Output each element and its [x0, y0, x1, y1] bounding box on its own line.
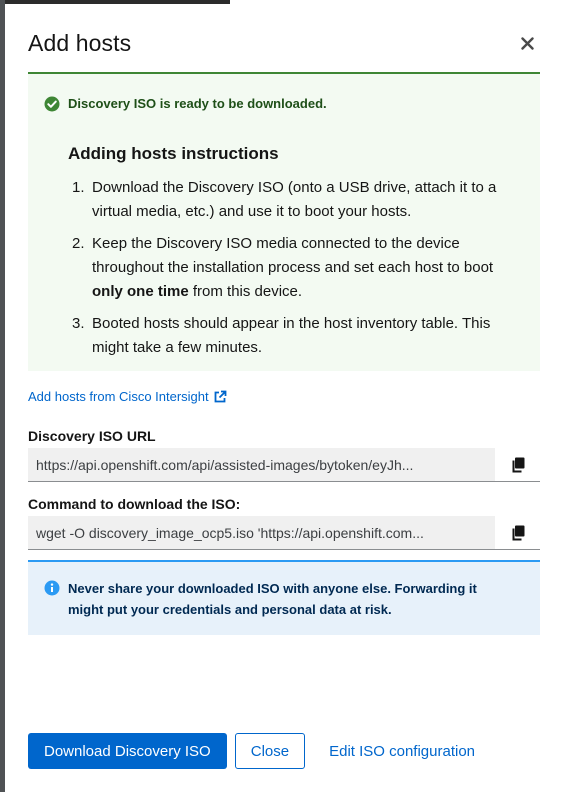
modal-title: Add hosts [28, 30, 132, 56]
modal-footer: Download Discovery ISO Close Edit ISO co… [28, 733, 491, 769]
download-iso-button[interactable]: Download Discovery ISO [28, 733, 227, 769]
copy-icon [512, 525, 524, 540]
success-alert-title: Discovery ISO is ready to be downloaded. [68, 96, 327, 111]
info-alert: Never share your downloaded ISO with any… [28, 560, 540, 635]
copy-icon [512, 457, 524, 472]
emphasis-text: only one time [92, 283, 189, 300]
iso-url-input[interactable]: https://api.openshift.com/api/assisted-i… [28, 448, 494, 481]
info-circle-icon [44, 580, 60, 596]
info-alert-text: Never share your downloaded ISO with any… [68, 581, 477, 617]
close-icon [520, 36, 534, 50]
command-input[interactable]: wget -O discovery_image_ocp5.iso 'https:… [28, 516, 494, 549]
instruction-step: 1. Download the Discovery ISO (onto a US… [72, 179, 497, 220]
check-circle-icon [44, 96, 60, 112]
cisco-intersight-link[interactable]: Add hosts from Cisco Intersight [28, 389, 227, 404]
edit-iso-configuration-button[interactable]: Edit ISO configuration [313, 733, 491, 769]
success-alert: Discovery ISO is ready to be downloaded.… [28, 72, 540, 371]
command-clipboard: wget -O discovery_image_ocp5.iso 'https:… [28, 516, 540, 550]
copy-iso-url-button[interactable] [494, 448, 540, 481]
cisco-intersight-link-label: Add hosts from Cisco Intersight [28, 389, 209, 404]
instructions-list: 1. Download the Discovery ISO (onto a US… [68, 176, 528, 368]
command-label: Command to download the ISO: [28, 496, 241, 512]
instruction-step: 3. Booted hosts should appear in the hos… [72, 315, 491, 356]
close-button[interactable] [516, 32, 538, 54]
iso-url-label: Discovery ISO URL [28, 428, 156, 444]
instruction-step: 2. Keep the Discovery ISO media connecte… [72, 235, 494, 300]
add-hosts-modal: Add hosts Discovery ISO is ready to be d… [5, 4, 562, 792]
iso-url-clipboard: https://api.openshift.com/api/assisted-i… [28, 448, 540, 482]
instructions-heading: Adding hosts instructions [68, 144, 279, 163]
copy-command-button[interactable] [494, 516, 540, 549]
external-link-icon [214, 390, 227, 402]
close-footer-button[interactable]: Close [234, 733, 306, 769]
